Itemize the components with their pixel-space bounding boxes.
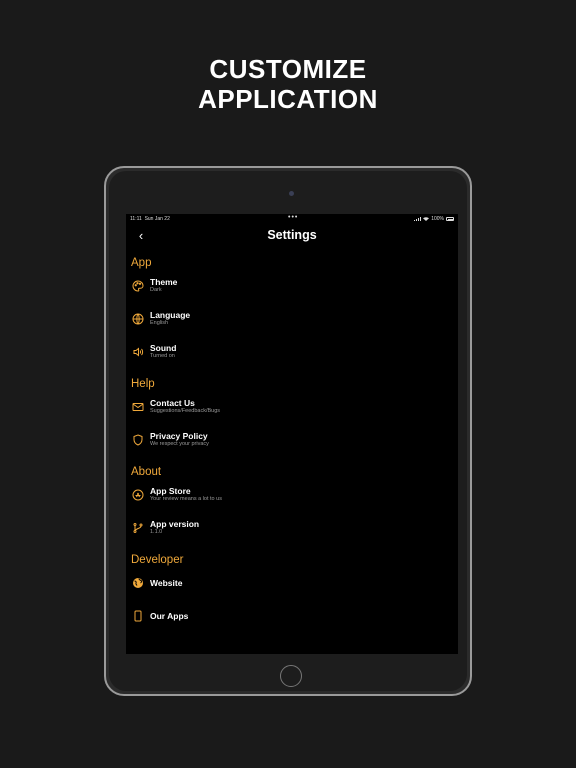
item-subtitle: Suggestions/Feedback/Bugs — [150, 408, 221, 414]
wifi-icon — [423, 217, 430, 221]
speaker-icon — [132, 346, 144, 358]
settings-item-sound[interactable]: Sound Turned on — [126, 335, 458, 368]
item-subtitle: Your review means a lot to us — [150, 496, 222, 502]
tablet-frame: 11:11 Sun Jan 22 ••• 100% ‹ Settings App — [104, 166, 472, 696]
item-subtitle: We respect your privacy — [150, 441, 209, 447]
app-store-icon — [132, 489, 144, 501]
section-title-about: About — [131, 466, 162, 478]
item-title: Theme — [150, 277, 178, 287]
headline-line-1: CUSTOMIZE — [209, 54, 367, 84]
item-subtitle: Dark — [150, 287, 162, 293]
item-title: Contact Us — [150, 398, 195, 408]
item-title: App version — [150, 519, 200, 529]
item-subtitle: Turned on — [150, 353, 175, 359]
battery-icon — [446, 217, 454, 221]
status-bar: 11:11 Sun Jan 22 ••• 100% — [126, 214, 458, 224]
settings-item-contact-us[interactable]: Contact Us Suggestions/Feedback/Bugs — [126, 390, 458, 423]
status-indicators: 100% — [414, 216, 454, 222]
tablet-bezel: 11:11 Sun Jan 22 ••• 100% ‹ Settings App — [109, 171, 467, 691]
settings-item-our-apps[interactable]: Our Apps — [126, 599, 458, 632]
globe-filled-icon — [132, 577, 144, 589]
settings-item-website[interactable]: Website — [126, 566, 458, 599]
settings-item-theme[interactable]: Theme Dark — [126, 269, 458, 302]
git-branch-icon — [132, 522, 144, 534]
multitasking-dots-icon[interactable]: ••• — [288, 214, 298, 221]
globe-icon — [132, 313, 144, 325]
settings-item-language[interactable]: Language English — [126, 302, 458, 335]
item-title: Privacy Policy — [150, 431, 208, 441]
phone-icon — [132, 610, 144, 622]
section-title-help: Help — [131, 378, 155, 390]
home-button[interactable] — [280, 665, 302, 687]
shield-icon — [132, 433, 144, 446]
settings-item-app-store[interactable]: App Store Your review means a lot to us — [126, 478, 458, 511]
page-title: Settings — [267, 228, 317, 242]
headline: CUSTOMIZE APPLICATION — [0, 54, 576, 114]
battery-percent: 100% — [431, 216, 444, 222]
section-title-app: App — [131, 257, 152, 269]
item-subtitle: English — [150, 320, 169, 326]
nav-bar: ‹ Settings — [126, 224, 458, 249]
item-title: App Store — [150, 486, 191, 496]
mail-icon — [132, 401, 144, 413]
item-subtitle: 1.1.0 — [150, 529, 163, 535]
signal-icon — [414, 217, 422, 221]
headline-line-2: APPLICATION — [198, 84, 378, 114]
palette-icon — [132, 279, 144, 292]
item-title: Website — [150, 577, 183, 588]
section-title-developer: Developer — [131, 554, 184, 566]
status-time: 11:11 Sun Jan 22 — [130, 216, 170, 222]
item-title: Sound — [150, 343, 177, 353]
settings-item-app-version[interactable]: App version 1.1.0 — [126, 511, 458, 544]
item-title: Language — [150, 310, 191, 320]
camera-icon — [289, 191, 294, 196]
item-title: Our Apps — [150, 610, 189, 621]
settings-item-privacy-policy[interactable]: Privacy Policy We respect your privacy — [126, 423, 458, 456]
app-screen: 11:11 Sun Jan 22 ••• 100% ‹ Settings App — [126, 214, 458, 654]
